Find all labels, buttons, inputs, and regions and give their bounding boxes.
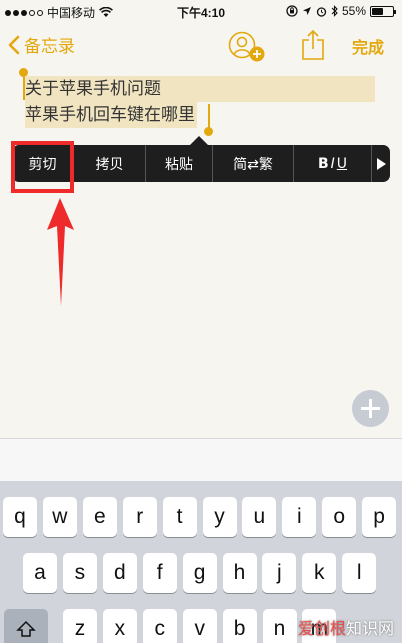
key-c[interactable]: c	[142, 609, 177, 643]
notes-app-screen: 中国移动 下午4:10 55% 备忘录 完成 关于苹果手机问题 苹果手机回车键在…	[0, 0, 402, 643]
back-button[interactable]: 备忘录	[8, 32, 75, 57]
battery-fill	[372, 7, 383, 15]
key-g[interactable]: g	[182, 553, 217, 593]
note-line-1[interactable]: 关于苹果手机问题	[25, 76, 375, 102]
keyboard-accessory-bar	[0, 439, 402, 481]
annotation-highlight-box	[11, 141, 74, 193]
key-f[interactable]: f	[142, 553, 177, 593]
key-o[interactable]: o	[322, 497, 357, 537]
key-x[interactable]: x	[102, 609, 137, 643]
watermark-accent: 爱创根	[297, 619, 346, 638]
key-d[interactable]: d	[102, 553, 137, 593]
bluetooth-icon	[331, 5, 338, 17]
key-a[interactable]: a	[23, 553, 57, 593]
italic-label: I	[330, 155, 335, 172]
share-icon[interactable]	[300, 28, 326, 62]
key-q[interactable]: q	[3, 497, 37, 537]
annotation-arrow-icon	[47, 198, 74, 306]
key-u[interactable]: u	[242, 497, 277, 537]
key-y[interactable]: y	[202, 497, 237, 537]
key-v[interactable]: v	[182, 609, 217, 643]
key-i[interactable]: i	[282, 497, 317, 537]
note-line-2[interactable]: 苹果手机回车键在哪里	[25, 102, 197, 128]
plus-icon[interactable]	[352, 390, 389, 427]
key-t[interactable]: t	[162, 497, 197, 537]
battery-icon	[370, 5, 396, 17]
key-p[interactable]: p	[362, 497, 397, 537]
key-b[interactable]: b	[222, 609, 257, 643]
edit-menu-arrow	[190, 136, 208, 145]
nav-bar: 备忘录 完成	[0, 22, 402, 68]
key-j[interactable]: j	[262, 553, 297, 593]
bold-label: B	[317, 155, 329, 172]
key-l[interactable]: l	[342, 553, 377, 593]
status-bar: 中国移动 下午4:10 55%	[0, 0, 402, 22]
copy-button[interactable]: 拷贝	[74, 145, 146, 182]
back-chevron-icon	[8, 35, 20, 54]
text-format-button[interactable]: B I U	[294, 145, 372, 182]
play-arrow-icon	[376, 157, 386, 170]
rotation-lock-icon	[286, 5, 298, 17]
keyboard-row-1: qwertyuiop	[0, 497, 402, 537]
key-s[interactable]: s	[62, 553, 97, 593]
status-right: 55%	[286, 4, 396, 18]
add-person-icon[interactable]	[228, 30, 268, 64]
key-k[interactable]: k	[302, 553, 337, 593]
key-r[interactable]: r	[122, 497, 157, 537]
back-label: 备忘录	[24, 37, 75, 57]
done-button[interactable]: 完成	[352, 34, 384, 58]
paste-button[interactable]: 粘贴	[146, 145, 213, 182]
key-h[interactable]: h	[222, 553, 257, 593]
alarm-icon	[316, 6, 327, 17]
key-z[interactable]: z	[63, 609, 97, 643]
convert-chinese-button[interactable]: 简⇄繁	[213, 145, 294, 182]
key-w[interactable]: w	[42, 497, 77, 537]
location-icon	[302, 7, 311, 15]
key-n[interactable]: n	[262, 609, 297, 643]
shift-key[interactable]	[4, 609, 48, 643]
watermark-text: 知识网	[345, 619, 394, 638]
shift-arrow-icon	[16, 620, 36, 637]
keyboard-row-2: asdfghjkl	[0, 553, 402, 593]
battery-percent: 55%	[341, 4, 366, 18]
more-options-button[interactable]	[372, 145, 390, 182]
key-e[interactable]: e	[82, 497, 117, 537]
watermark: 爱创根知识网	[298, 615, 394, 639]
selection-end-handle[interactable]	[204, 127, 213, 136]
underline-label: U	[336, 155, 348, 172]
